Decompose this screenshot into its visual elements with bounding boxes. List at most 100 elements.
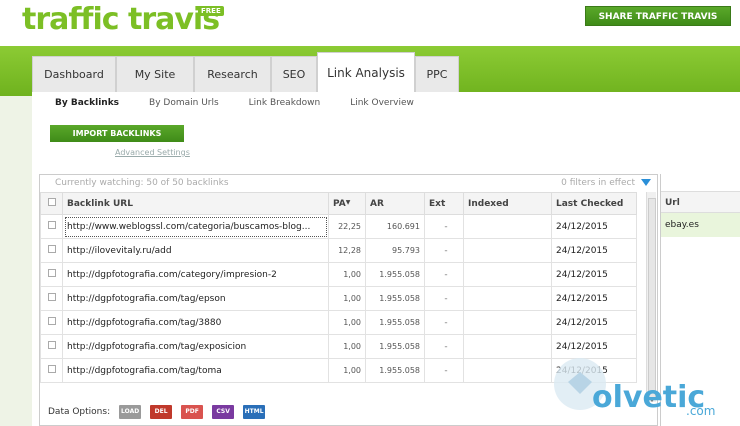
subtabs: By Backlinks By Domain Urls Link Breakdo… [55, 98, 444, 108]
table-row[interactable]: http://dgpfotografia.com/tag/3880 1,00 1… [40, 310, 637, 335]
tab-my-site[interactable]: My Site [116, 56, 194, 92]
pa-cell: 1,00 [328, 310, 366, 335]
indexed-cell [463, 310, 552, 335]
table-row[interactable]: http://www.weblogssl.com/categoria/busca… [40, 214, 637, 239]
tab-ppc[interactable]: PPC [415, 56, 459, 92]
pa-cell: 1,00 [328, 262, 366, 287]
watermark-suffix: .com [686, 404, 716, 418]
data-options: Data Options: LOAD DEL PDF CSV HTML [48, 405, 266, 419]
ar-cell: 95.793 [365, 238, 425, 263]
ext-cell: - [424, 262, 464, 287]
indexed-cell [463, 358, 552, 383]
tab-dashboard[interactable]: Dashboard [32, 56, 116, 92]
table-row[interactable]: http://ilovevitaly.ru/add 12,28 95.793 -… [40, 238, 637, 263]
backlink-url-cell[interactable]: http://dgpfotografia.com/tag/exposicion [62, 334, 329, 359]
checkbox[interactable] [47, 365, 56, 373]
url-column-header[interactable]: Url [661, 191, 740, 213]
indexed-cell [463, 286, 552, 311]
row-checkbox-cell[interactable] [40, 262, 63, 287]
checkbox[interactable] [47, 269, 56, 277]
free-badge: FREE [198, 6, 224, 16]
checkbox[interactable] [47, 341, 56, 349]
column-pa-label: PA [333, 198, 346, 209]
app-header: traffic travis FREE SHARE TRAFFIC TRAVIS [0, 0, 740, 46]
tab-research[interactable]: Research [194, 56, 271, 92]
indexed-cell [463, 214, 552, 239]
pa-cell: 1,00 [328, 358, 366, 383]
pdf-export-icon[interactable]: PDF [181, 405, 204, 419]
indexed-cell [463, 262, 552, 287]
ext-cell: - [424, 310, 464, 335]
filter-icon[interactable] [641, 179, 651, 186]
checkbox[interactable] [47, 245, 56, 253]
row-checkbox-cell[interactable] [40, 286, 63, 311]
ar-cell: 1.955.058 [365, 334, 425, 359]
ar-cell: 1.955.058 [365, 286, 425, 311]
ar-cell: 1.955.058 [365, 310, 425, 335]
last-checked-cell: 24/12/2015 [551, 262, 637, 287]
row-checkbox-cell[interactable] [40, 238, 63, 263]
advanced-settings-link[interactable]: Advanced Settings [115, 148, 190, 157]
last-checked-cell: 24/12/2015 [551, 238, 637, 263]
backlink-url-cell[interactable]: http://dgpfotografia.com/tag/3880 [62, 310, 329, 335]
subtab-by-domain-urls[interactable]: By Domain Urls [149, 98, 219, 108]
left-margin [0, 96, 32, 426]
indexed-cell [463, 238, 552, 263]
pa-cell: 12,28 [328, 238, 366, 263]
backlink-url-cell[interactable]: http://dgpfotografia.com/tag/toma [62, 358, 329, 383]
column-pa[interactable]: PA▼ [328, 192, 366, 215]
import-backlinks-button[interactable]: IMPORT BACKLINKS [50, 125, 184, 142]
url-value-cell[interactable]: ebay.es [661, 213, 740, 237]
backlink-url-cell[interactable]: http://ilovevitaly.ru/add [62, 238, 329, 263]
pa-cell: 1,00 [328, 334, 366, 359]
html-export-icon[interactable]: HTML [243, 405, 266, 419]
table-header-row: Backlink URL PA▼ AR Ext Indexed Last Che… [40, 192, 637, 215]
pa-cell: 1,00 [328, 286, 366, 311]
table-row[interactable]: http://dgpfotografia.com/tag/epson 1,00 … [40, 286, 637, 311]
checkbox[interactable] [47, 317, 56, 325]
checkbox[interactable] [47, 198, 56, 206]
share-button[interactable]: SHARE TRAFFIC TRAVIS [585, 6, 731, 26]
ext-cell: - [424, 358, 464, 383]
last-checked-cell: 24/12/2015 [551, 286, 637, 311]
row-checkbox-cell[interactable] [40, 214, 63, 239]
row-checkbox-cell[interactable] [40, 334, 63, 359]
filters-status: 0 filters in effect [561, 178, 635, 188]
load-icon[interactable]: LOAD [119, 405, 142, 419]
backlink-url-cell[interactable]: http://dgpfotografia.com/tag/epson [62, 286, 329, 311]
column-backlink-url[interactable]: Backlink URL [62, 192, 329, 215]
checkbox[interactable] [47, 221, 56, 229]
csv-export-icon[interactable]: CSV [212, 405, 235, 419]
select-all-checkbox[interactable] [40, 192, 63, 215]
ext-cell: - [424, 334, 464, 359]
backlink-url-cell[interactable]: http://dgpfotografia.com/category/impres… [62, 262, 329, 287]
tab-seo[interactable]: SEO [271, 56, 317, 92]
sort-desc-icon: ▼ [345, 198, 351, 206]
tab-link-analysis[interactable]: Link Analysis [317, 52, 415, 92]
column-ar[interactable]: AR [365, 192, 425, 215]
ext-cell: - [424, 214, 464, 239]
watermark-logo: olvetic .com [540, 340, 740, 426]
subtab-link-breakdown[interactable]: Link Breakdown [249, 98, 321, 108]
column-last-checked[interactable]: Last Checked [551, 192, 637, 215]
pa-cell: 22,25 [328, 214, 366, 239]
ext-cell: - [424, 286, 464, 311]
column-ext[interactable]: Ext [424, 192, 464, 215]
last-checked-cell: 24/12/2015 [551, 214, 637, 239]
backlink-url-cell[interactable]: http://www.weblogssl.com/categoria/busca… [62, 214, 329, 239]
checkbox[interactable] [47, 293, 56, 301]
last-checked-cell: 24/12/2015 [551, 310, 637, 335]
watching-status: Currently watching: 50 of 50 backlinks [55, 178, 229, 188]
delete-icon[interactable]: DEL [150, 405, 173, 419]
ar-cell: 160.691 [365, 214, 425, 239]
column-indexed[interactable]: Indexed [463, 192, 552, 215]
app-logo: traffic travis [22, 2, 220, 37]
row-checkbox-cell[interactable] [40, 310, 63, 335]
subtab-link-overview[interactable]: Link Overview [350, 98, 414, 108]
row-checkbox-cell[interactable] [40, 358, 63, 383]
subtab-by-backlinks[interactable]: By Backlinks [55, 98, 119, 108]
ar-cell: 1.955.058 [365, 262, 425, 287]
indexed-cell [463, 334, 552, 359]
table-row[interactable]: http://dgpfotografia.com/category/impres… [40, 262, 637, 287]
ext-cell: - [424, 238, 464, 263]
